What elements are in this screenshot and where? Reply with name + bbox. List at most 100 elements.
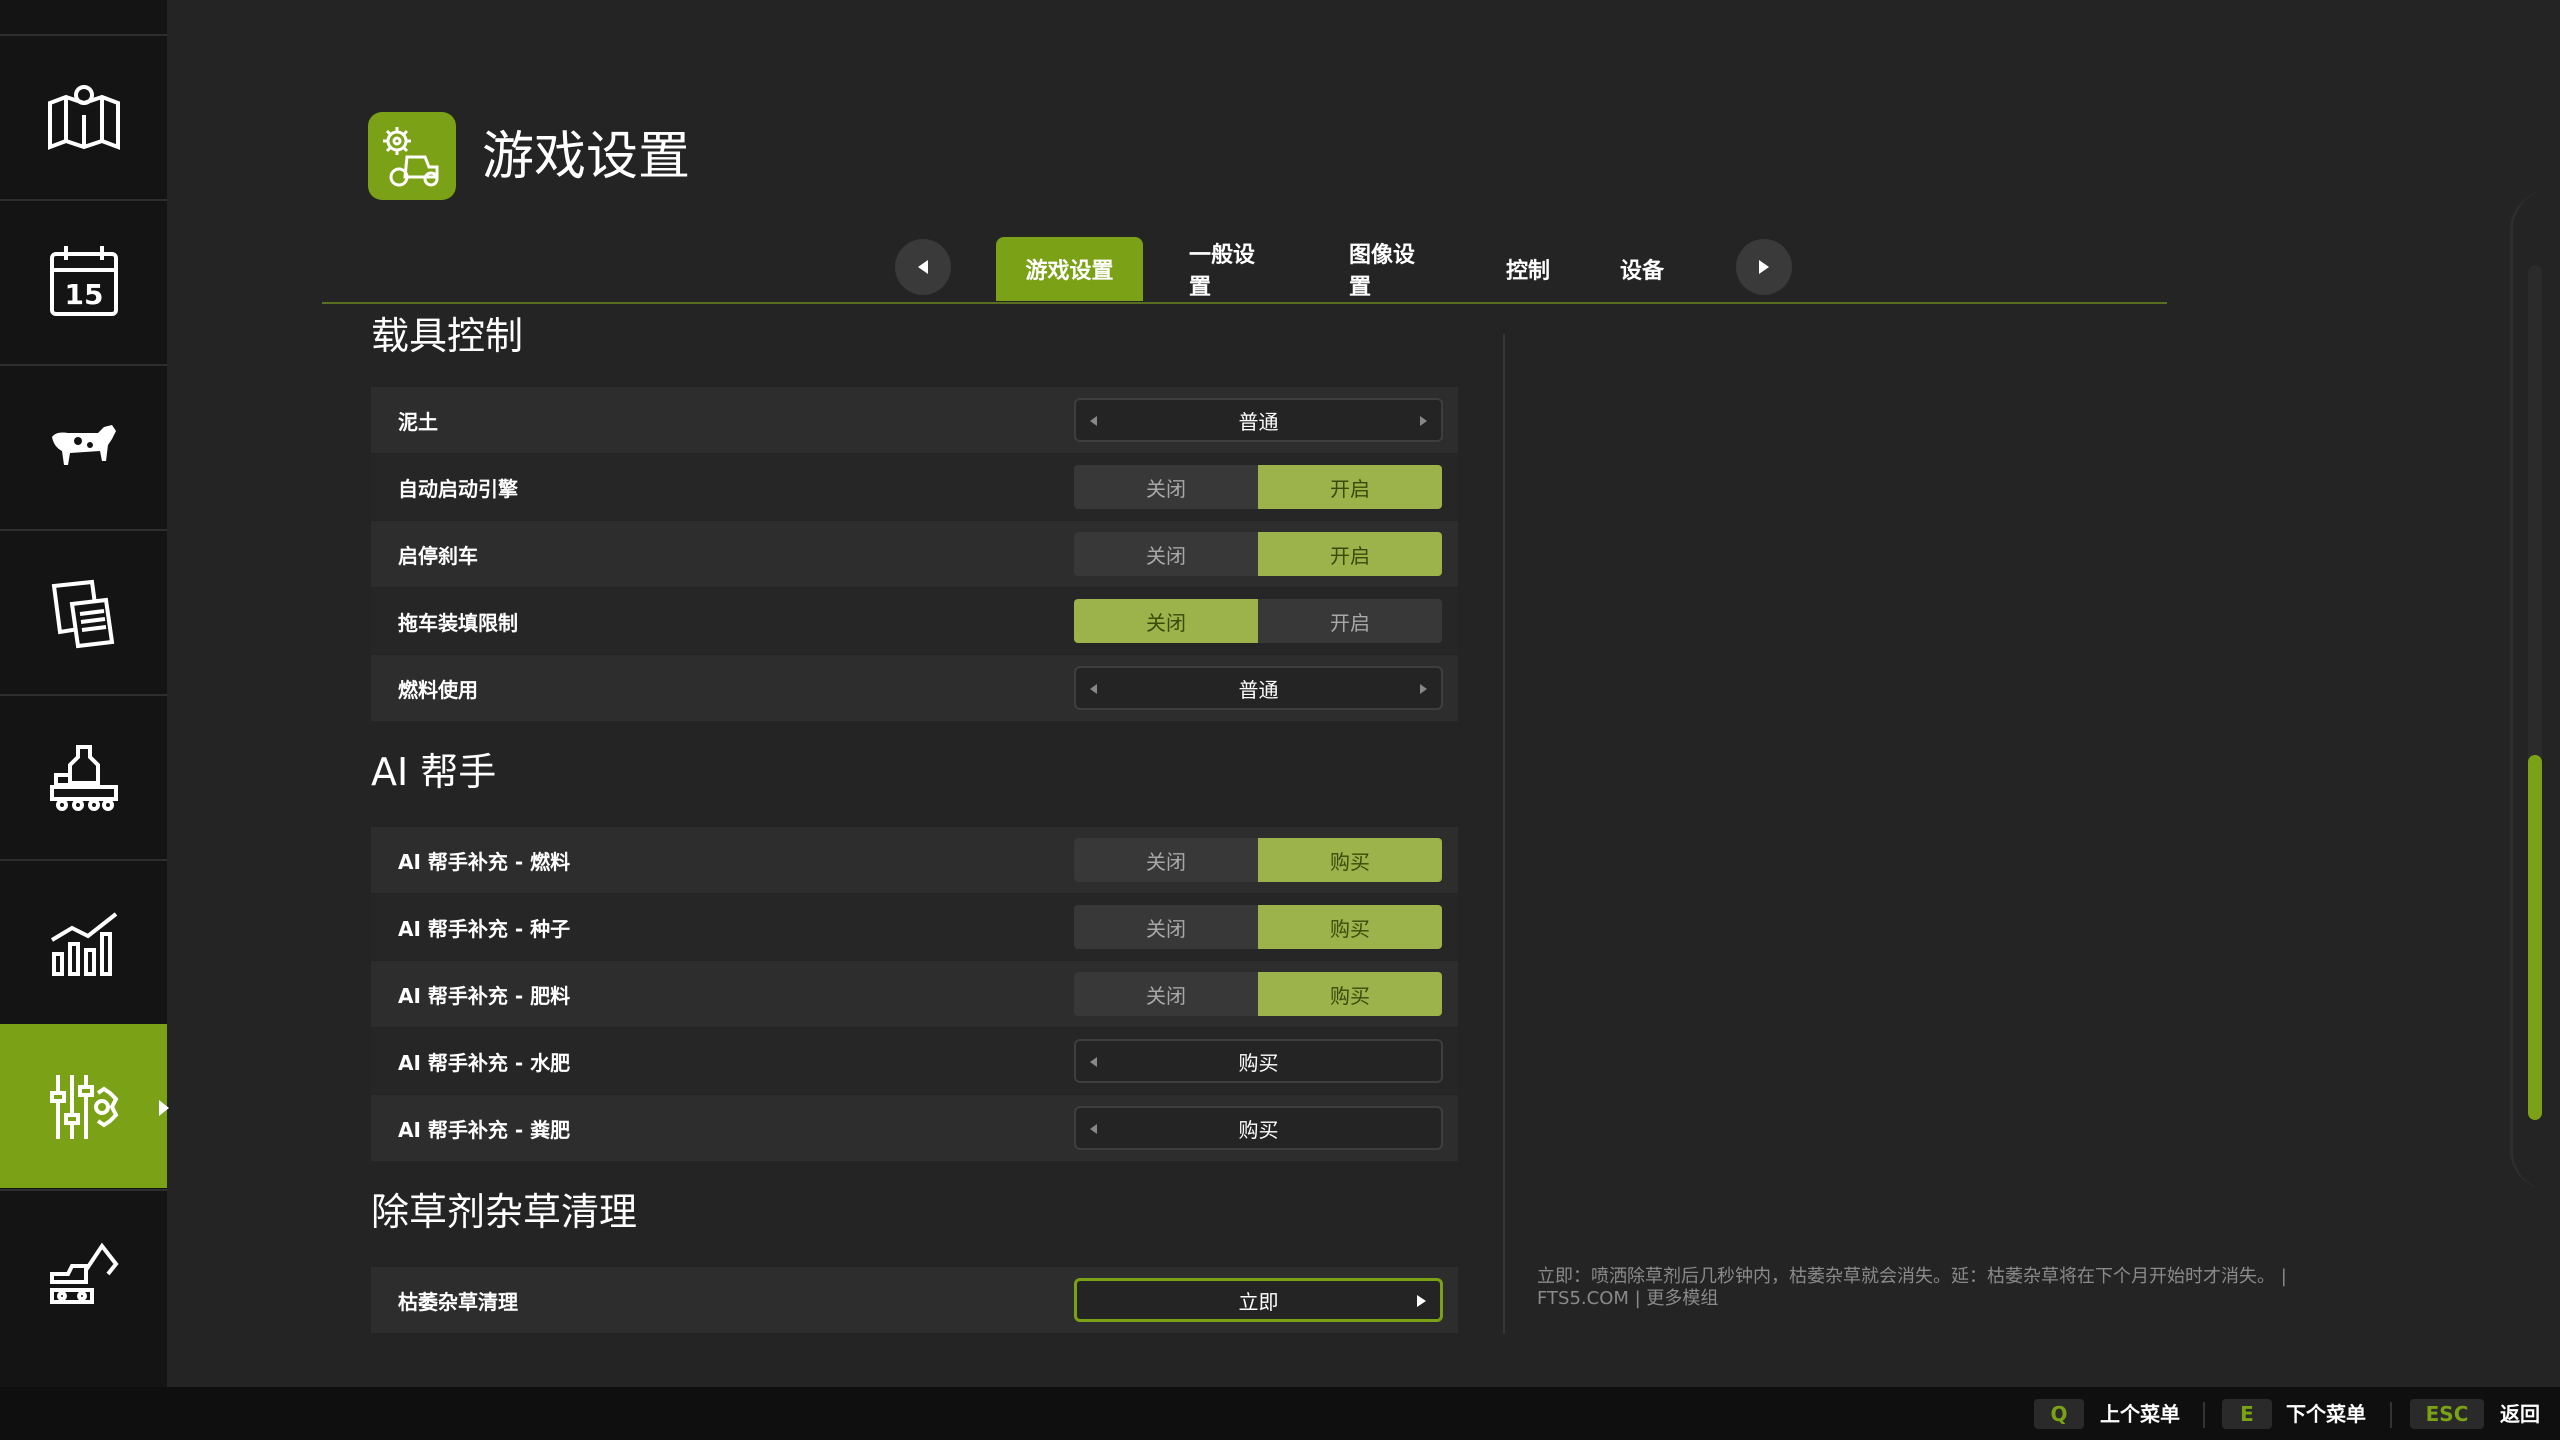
weed-clear-selector[interactable]: 立即 (1074, 1278, 1443, 1322)
sidebar-item-construction[interactable] (0, 1189, 167, 1353)
setting-label: AI 帮手补充 - 水肥 (398, 1050, 571, 1075)
toggle-on-option[interactable]: 购买 (1258, 972, 1442, 1016)
selector-left-icon[interactable] (1090, 1057, 1097, 1067)
toggle-on-option[interactable]: 开启 (1258, 532, 1442, 576)
contracts-icon (51, 579, 114, 649)
setting-row-fuel-usage: 燃料使用 普通 (371, 655, 1458, 721)
help-text: 立即：喷洒除草剂后几秒钟内，枯萎杂草就会消失。延：枯萎杂草将在下个月开始时才消失… (1537, 1266, 2287, 1309)
toggle-off-option[interactable]: 关闭 (1074, 532, 1258, 576)
key-hint-prev[interactable]: Q (2034, 1399, 2084, 1429)
prev-menu-label[interactable]: 上个菜单 (2100, 1399, 2180, 1429)
toggle-off-option[interactable]: 关闭 (1074, 599, 1258, 643)
setting-row-dirt: 泥土 普通 (371, 387, 1458, 453)
setting-row-weed-clear: 枯萎杂草清理 立即 (371, 1267, 1458, 1333)
selector-right-icon[interactable] (1420, 416, 1427, 426)
toggle-on-option[interactable]: 购买 (1258, 838, 1442, 882)
calendar-day: 15 (64, 278, 103, 311)
setting-row-ai-manure: AI 帮手补充 - 粪肥 购买 (371, 1095, 1458, 1161)
settings-list[interactable]: 载具控制 泥土 普通 自动启动引擎 关闭 开启 启停刹车 关闭 开启 拖车装填限… (371, 314, 1458, 1334)
calendar-icon: 15 (49, 246, 118, 316)
ai-slurry-selector[interactable]: 购买 (1074, 1039, 1443, 1083)
selector-left-icon[interactable] (1090, 1124, 1097, 1134)
setting-label: 燃料使用 (398, 677, 478, 702)
statistics-icon (50, 912, 117, 976)
tab-underline (322, 302, 2167, 304)
setting-label: 枯萎杂草清理 (398, 1289, 518, 1314)
tab-next-button[interactable] (1736, 239, 1792, 295)
setting-label: 泥土 (398, 409, 438, 434)
tab-game-settings[interactable]: 游戏设置 (996, 237, 1143, 301)
tab-prev-button[interactable] (895, 239, 951, 295)
setting-row-ai-fuel: AI 帮手补充 - 燃料 关闭 购买 (371, 827, 1458, 893)
tab-controls[interactable]: 控制 (1478, 237, 1578, 301)
fuel-usage-selector[interactable]: 普通 (1074, 666, 1443, 710)
chevron-left-icon (918, 260, 928, 274)
section-title-vehicle: 载具控制 (371, 314, 524, 358)
setting-row-ai-slurry: AI 帮手补充 - 水肥 购买 (371, 1028, 1458, 1094)
key-hint-back[interactable]: ESC (2410, 1399, 2484, 1429)
section-title-ai: AI 帮手 (371, 750, 497, 794)
tab-graphics-settings[interactable]: 图像设置 (1323, 237, 1455, 301)
footer-separator (2203, 1402, 2205, 1428)
setting-label: AI 帮手补充 - 燃料 (398, 849, 571, 874)
selector-value: 立即 (1238, 1289, 1279, 1314)
map-icon (47, 85, 120, 150)
sidebar: 15 (0, 0, 169, 1387)
trailer-limit-toggle[interactable]: 关闭 开启 (1074, 599, 1443, 643)
sidebar-item-calendar[interactable]: 15 (0, 199, 167, 363)
toggle-off-option[interactable]: 关闭 (1074, 465, 1258, 509)
toggle-on-option[interactable]: 购买 (1258, 905, 1442, 949)
active-indicator-arrow (159, 1100, 169, 1116)
toggle-on-option[interactable]: 开启 (1258, 465, 1442, 509)
setting-row-park-brake: 启停刹车 关闭 开启 (371, 521, 1458, 587)
sidebar-item-production[interactable] (0, 694, 167, 858)
auto-engine-toggle[interactable]: 关闭 开启 (1074, 465, 1443, 509)
back-label[interactable]: 返回 (2500, 1399, 2540, 1429)
next-menu-label[interactable]: 下个菜单 (2286, 1399, 2366, 1429)
chevron-right-icon (1759, 260, 1769, 274)
sidebar-item-animals[interactable] (0, 364, 167, 528)
setting-row-ai-fertilizer: AI 帮手补充 - 肥料 关闭 购买 (371, 961, 1458, 1027)
selector-left-icon[interactable] (1090, 684, 1097, 694)
toggle-off-option[interactable]: 关闭 (1074, 972, 1258, 1016)
toggle-on-option[interactable]: 开启 (1258, 599, 1442, 643)
tab-general-settings[interactable]: 一般设置 (1163, 237, 1295, 301)
app-root: 15 游戏设置 游戏设置 一般设置 图像设置 控制 设备 载具控制 泥土 普通 … (0, 0, 2560, 1440)
setting-label: 拖车装填限制 (398, 610, 518, 635)
ai-fuel-toggle[interactable]: 关闭 购买 (1074, 838, 1443, 882)
sidebar-item-statistics[interactable] (0, 859, 167, 1023)
dirt-selector[interactable]: 普通 (1074, 398, 1443, 442)
scrollbar-thumb[interactable] (2528, 755, 2542, 1120)
ai-manure-selector[interactable]: 购买 (1074, 1106, 1443, 1150)
toggle-off-option[interactable]: 关闭 (1074, 838, 1258, 882)
park-brake-toggle[interactable]: 关闭 开启 (1074, 532, 1443, 576)
selector-value: 购买 (1238, 1050, 1279, 1075)
selector-right-icon[interactable] (1417, 1295, 1426, 1307)
tractor-gear-icon (383, 127, 439, 187)
settings-icon (49, 1075, 118, 1139)
panel-divider (1503, 334, 1505, 1334)
cow-icon (51, 425, 116, 465)
excavator-icon (49, 1242, 119, 1304)
selector-value: 购买 (1238, 1117, 1279, 1142)
section-title-weed: 除草剂杂草清理 (371, 1190, 638, 1234)
footer-separator (2390, 1402, 2392, 1428)
setting-row-ai-seed: AI 帮手补充 - 种子 关闭 购买 (371, 894, 1458, 960)
ai-fertilizer-toggle[interactable]: 关闭 购买 (1074, 972, 1443, 1016)
production-icon (49, 745, 118, 811)
key-hint-next[interactable]: E (2222, 1399, 2272, 1429)
setting-label: AI 帮手补充 - 种子 (398, 916, 571, 941)
selector-left-icon[interactable] (1090, 416, 1097, 426)
selector-right-icon[interactable] (1420, 684, 1427, 694)
sidebar-item-settings[interactable] (0, 1024, 169, 1188)
selector-value: 普通 (1238, 677, 1279, 702)
setting-label: AI 帮手补充 - 肥料 (398, 983, 571, 1008)
sidebar-item-contracts[interactable] (0, 529, 167, 693)
setting-label: AI 帮手补充 - 粪肥 (398, 1117, 571, 1142)
ai-seed-toggle[interactable]: 关闭 购买 (1074, 905, 1443, 949)
sidebar-item-map[interactable] (0, 34, 167, 198)
toggle-off-option[interactable]: 关闭 (1074, 905, 1258, 949)
selector-value: 普通 (1238, 409, 1279, 434)
setting-label: 启停刹车 (398, 543, 478, 568)
tab-devices[interactable]: 设备 (1592, 237, 1692, 301)
